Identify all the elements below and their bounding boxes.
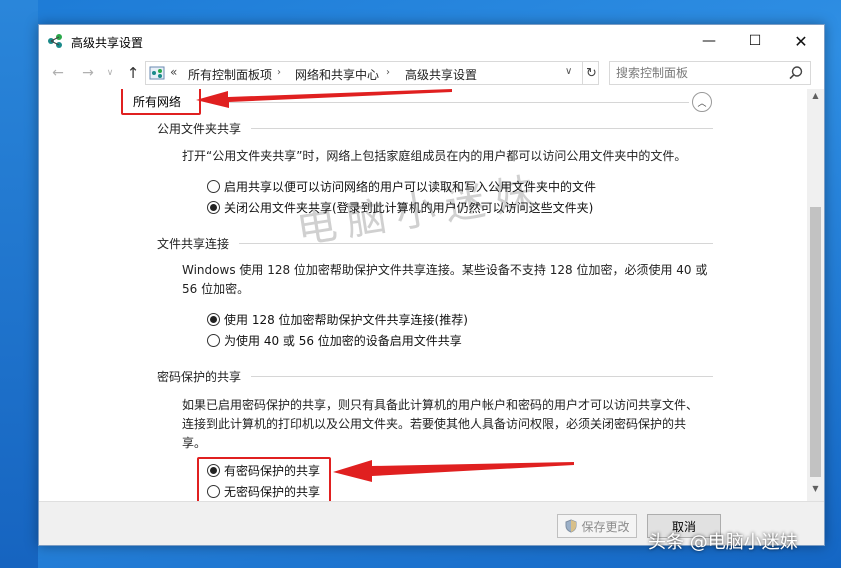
password-option-on[interactable]: 有密码保护的共享 bbox=[207, 462, 320, 479]
credit-watermark: 头条 @电脑小迷妹 bbox=[648, 532, 798, 553]
option-label: 有密码保护的共享 bbox=[224, 464, 321, 478]
network-sharing-icon bbox=[48, 34, 62, 48]
option-label: 为使用 40 或 56 位加密的设备启用文件共享 bbox=[224, 334, 462, 348]
divider bbox=[251, 128, 713, 129]
collapse-section-button[interactable]: ︿ bbox=[692, 92, 712, 112]
close-button[interactable]: ✕ bbox=[778, 25, 824, 57]
option-label: 使用 128 位加密帮助保护文件共享连接(推荐) bbox=[224, 313, 468, 327]
divider bbox=[251, 376, 713, 377]
save-changes-button[interactable]: 保存更改 bbox=[557, 514, 637, 538]
window-title: 高级共享设置 bbox=[71, 36, 144, 50]
search-input[interactable] bbox=[616, 65, 781, 81]
breadcrumb-all-control-panel-items[interactable]: 所有控制面板项 bbox=[188, 66, 272, 83]
scroll-thumb[interactable] bbox=[810, 207, 821, 477]
breadcrumb-separator-icon[interactable]: › bbox=[386, 67, 390, 78]
search-icon[interactable] bbox=[788, 65, 804, 81]
file-sharing-description: Windows 使用 128 位加密帮助保护文件共享连接。某些设备不支持 128… bbox=[182, 263, 708, 296]
password-protected-header: 密码保护的共享 bbox=[157, 370, 242, 384]
breadcrumb-network-sharing-center[interactable]: 网络和共享中心 bbox=[295, 66, 379, 83]
radio-button-selected[interactable] bbox=[207, 464, 220, 477]
radio-button[interactable] bbox=[207, 180, 220, 193]
public-folder-description: 打开“公用文件夹共享”时，网络上包括家庭组成员在内的用户都可以访问公用文件夹中的… bbox=[182, 149, 687, 163]
vertical-scrollbar[interactable]: ▲ ▼ bbox=[807, 89, 824, 501]
public-folder-header: 公用文件夹共享 bbox=[157, 122, 242, 136]
password-protected-description: 如果已启用密码保护的共享，则只有具备此计算机的用户帐户和密码的用户才可以访问共享… bbox=[182, 398, 699, 450]
radio-button[interactable] bbox=[207, 334, 220, 347]
address-bar: ← → ∨ ↑ « 所有控制面板项 › 网络和共享中心 › 高级共享设置 ∨ ↻ bbox=[39, 58, 824, 88]
encryption-option-128[interactable]: 使用 128 位加密帮助保护文件共享连接(推荐) bbox=[207, 311, 468, 328]
up-button[interactable]: ↑ bbox=[123, 63, 143, 83]
forward-button[interactable]: → bbox=[78, 63, 98, 83]
scroll-up-icon[interactable]: ▲ bbox=[807, 91, 824, 105]
recent-locations-button[interactable]: ∨ bbox=[100, 63, 120, 83]
breadcrumb-advanced-sharing[interactable]: 高级共享设置 bbox=[405, 66, 477, 83]
control-panel-icon bbox=[149, 66, 165, 80]
desktop-background bbox=[0, 0, 38, 568]
breadcrumb-overflow-icon[interactable]: « bbox=[170, 65, 177, 79]
radio-button[interactable] bbox=[207, 485, 220, 498]
encryption-option-40-56[interactable]: 为使用 40 或 56 位加密的设备启用文件共享 bbox=[207, 332, 462, 349]
save-changes-label: 保存更改 bbox=[581, 519, 630, 534]
maximize-button[interactable]: ☐ bbox=[732, 25, 778, 57]
chevron-down-icon[interactable]: ∨ bbox=[565, 66, 572, 77]
option-label: 无密码保护的共享 bbox=[224, 485, 321, 499]
search-box[interactable] bbox=[609, 61, 811, 85]
radio-button-selected[interactable] bbox=[207, 313, 220, 326]
password-option-off[interactable]: 无密码保护的共享 bbox=[207, 483, 320, 500]
annotation-highlight-box bbox=[121, 89, 201, 115]
file-sharing-connections-header: 文件共享连接 bbox=[157, 237, 230, 251]
scroll-down-icon[interactable]: ▼ bbox=[807, 484, 824, 498]
settings-content: 所有网络 ︿ 公用文件夹共享 打开“公用文件夹共享”时，网络上包括家庭组成员在内… bbox=[39, 89, 824, 501]
advanced-sharing-window: 高级共享设置 — ☐ ✕ ← → ∨ ↑ « 所有控制面板项 › 网络和共享中心… bbox=[38, 24, 825, 546]
back-button[interactable]: ← bbox=[48, 63, 68, 83]
divider bbox=[209, 102, 689, 103]
uac-shield-icon bbox=[565, 519, 577, 533]
refresh-button[interactable]: ↻ bbox=[582, 62, 600, 84]
breadcrumb-separator-icon[interactable]: › bbox=[277, 67, 281, 78]
radio-button-selected[interactable] bbox=[207, 201, 220, 214]
address-box[interactable]: « 所有控制面板项 › 网络和共享中心 › 高级共享设置 ∨ ↻ bbox=[145, 61, 599, 85]
title-bar: 高级共享设置 — ☐ ✕ bbox=[39, 25, 824, 57]
minimize-button[interactable]: — bbox=[686, 25, 732, 57]
